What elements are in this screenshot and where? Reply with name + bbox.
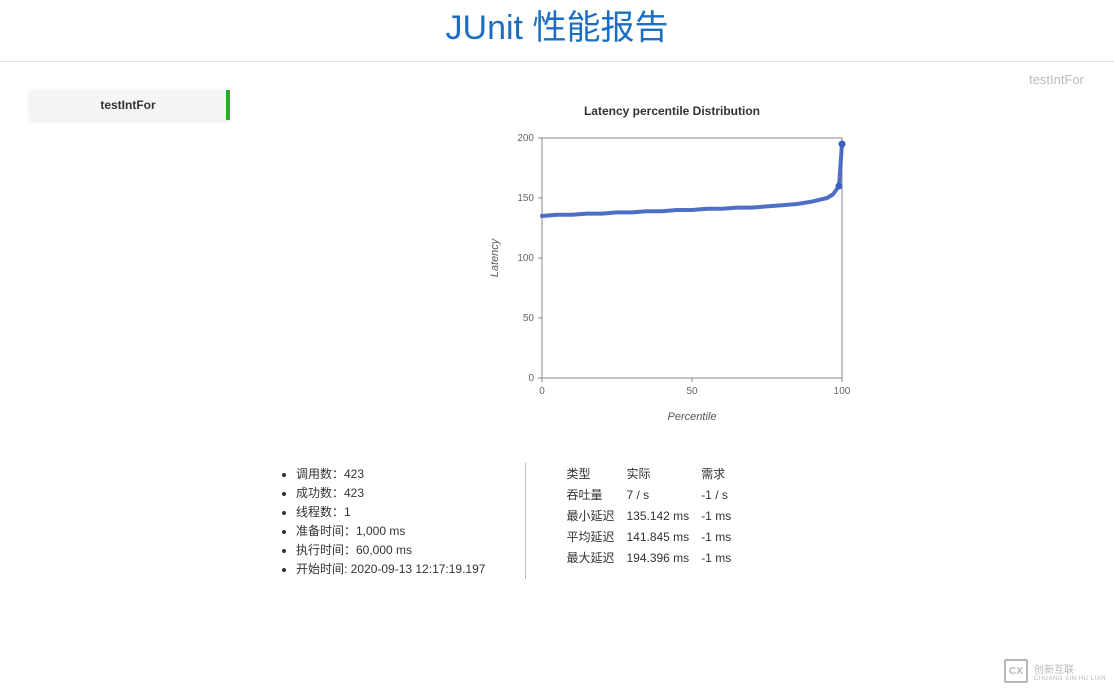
stats-list-item: 成功数：423 (296, 484, 485, 501)
table-cell: 7 / s (626, 484, 701, 505)
stats-list: 调用数：423 成功数：423 线程数：1 准备时间：1,000 ms 执行时间：60,… (276, 465, 485, 577)
table-cell: -1 ms (701, 505, 743, 526)
svg-text:50: 50 (686, 386, 698, 397)
table-header-cell: 类型 (566, 463, 626, 484)
table-cell: -1 ms (701, 547, 743, 568)
sidebar: testIntFor (30, 90, 230, 120)
stats-right: 类型实际需求吞吐量7 / s-1 / s最小延迟135.142 ms-1 ms平… (525, 463, 743, 579)
table-cell: 194.396 ms (626, 547, 701, 568)
table-header-cell: 需求 (701, 463, 743, 484)
watermark-line2: CHUANG XIN HU LIAN (1034, 676, 1106, 682)
sidebar-item-label: testIntFor (100, 98, 155, 112)
svg-text:0: 0 (539, 386, 545, 397)
latency-chart: 0 50 100 150 200 0 50 100 Percentile Latency (482, 128, 862, 428)
sidebar-item-test[interactable]: testIntFor (30, 90, 230, 120)
table-cell: 吞吐量 (566, 484, 626, 505)
current-test-label: testIntFor (1029, 72, 1084, 87)
watermark-logo-icon: CX (1004, 659, 1028, 683)
table-cell: 最大延迟 (566, 547, 626, 568)
chart-title: Latency percentile Distribution (260, 104, 1084, 118)
stats-list-item: 调用数：423 (296, 465, 485, 482)
stats-list-item: 准备时间：1,000 ms (296, 522, 485, 539)
table-row: 最大延迟194.396 ms-1 ms (566, 547, 743, 568)
svg-text:Percentile: Percentile (668, 411, 717, 423)
page-title: JUnit 性能报告 (0, 0, 1114, 49)
table-row: 吞吐量7 / s-1 / s (566, 484, 743, 505)
stats-list-item: 执行时间：60,000 ms (296, 541, 485, 558)
table-cell: 平均延迟 (566, 526, 626, 547)
layout: testIntFor testIntFor Latency percentile… (0, 62, 1114, 629)
stats-row: 调用数：423 成功数：423 线程数：1 准备时间：1,000 ms 执行时间：60,… (260, 435, 1084, 599)
table-cell: 135.142 ms (626, 505, 701, 526)
svg-text:50: 50 (523, 313, 535, 324)
table-row: 平均延迟141.845 ms-1 ms (566, 526, 743, 547)
table-header-cell: 实际 (626, 463, 701, 484)
stats-list-item: 开始时间: 2020-09-13 12:17:19.197 (296, 560, 485, 577)
watermark-line1: 创新互联 (1034, 661, 1106, 676)
svg-text:100: 100 (517, 253, 534, 264)
svg-text:150: 150 (517, 193, 534, 204)
stats-table: 类型实际需求吞吐量7 / s-1 / s最小延迟135.142 ms-1 ms平… (566, 463, 743, 568)
table-cell: -1 / s (701, 484, 743, 505)
svg-text:100: 100 (834, 386, 851, 397)
table-cell: -1 ms (701, 526, 743, 547)
stats-list-item: 线程数：1 (296, 503, 485, 520)
main-panel: testIntFor Latency percentile Distributi… (260, 90, 1084, 599)
table-cell: 141.845 ms (626, 526, 701, 547)
svg-text:200: 200 (517, 133, 534, 144)
stats-left: 调用数：423 成功数：423 线程数：1 准备时间：1,000 ms 执行时间：60,… (270, 463, 485, 579)
svg-text:Latency: Latency (489, 237, 501, 277)
table-row: 最小延迟135.142 ms-1 ms (566, 505, 743, 526)
watermark: CX 创新互联 CHUANG XIN HU LIAN (1004, 659, 1106, 683)
svg-text:0: 0 (528, 373, 534, 384)
watermark-text: 创新互联 CHUANG XIN HU LIAN (1034, 661, 1106, 682)
chart-container: Latency percentile Distribution 0 50 100 15… (260, 90, 1084, 435)
page-header: JUnit 性能报告 (0, 0, 1114, 61)
table-cell: 最小延迟 (566, 505, 626, 526)
